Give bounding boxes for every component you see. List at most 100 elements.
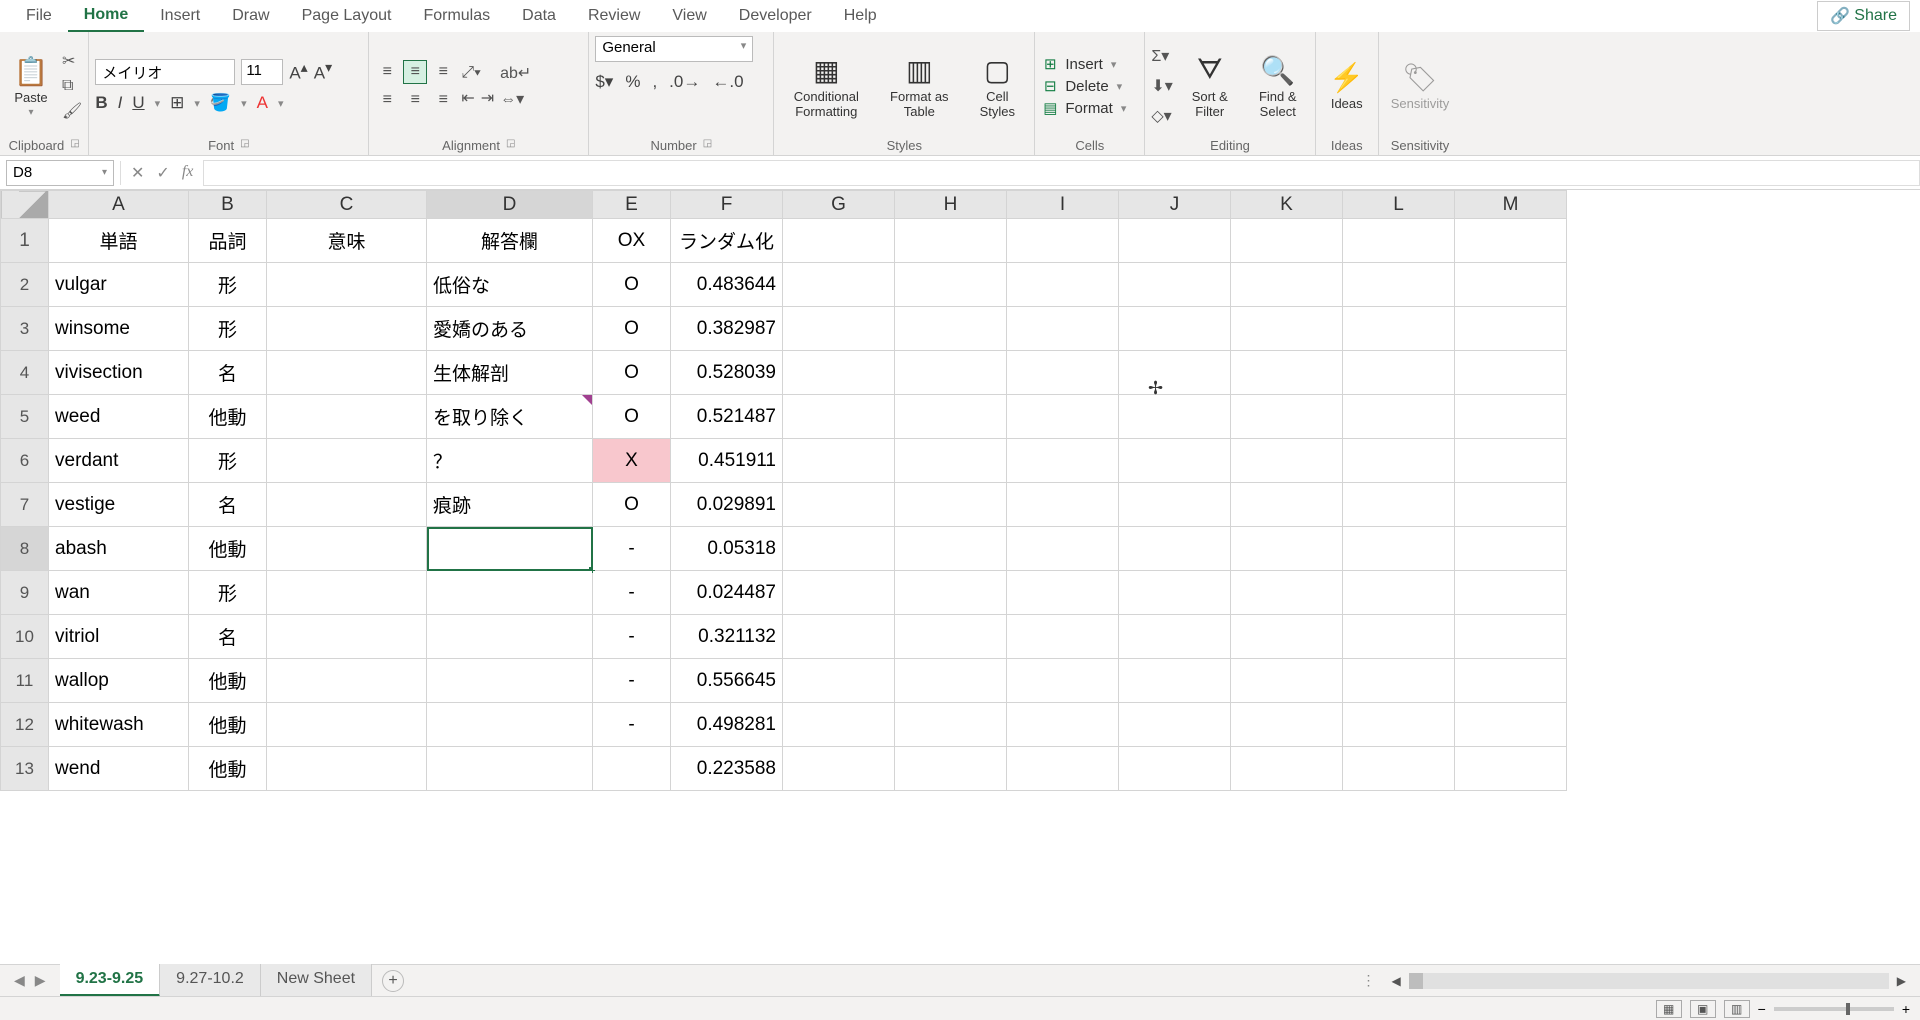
- cell-M7[interactable]: [1455, 483, 1567, 527]
- cancel-icon[interactable]: ✕: [131, 163, 144, 183]
- col-header-H[interactable]: H: [895, 191, 1007, 219]
- percent-button[interactable]: %: [625, 72, 640, 92]
- cell-E4[interactable]: O: [593, 351, 671, 395]
- worksheet-grid[interactable]: ABCDEFGHIJKLM1単語品詞意味解答欄OXランダム化2vulgar形低俗…: [0, 190, 1920, 964]
- insert-button[interactable]: ⊞Insert▾: [1041, 55, 1126, 73]
- cell-K13[interactable]: [1231, 747, 1343, 791]
- row-header-11[interactable]: 11: [1, 659, 49, 703]
- sheet-tab[interactable]: 9.27-10.2: [160, 964, 261, 997]
- zoom-out-button[interactable]: −: [1758, 1001, 1766, 1017]
- cell-L9[interactable]: [1343, 571, 1455, 615]
- tab-formulas[interactable]: Formulas: [407, 1, 506, 31]
- format-as-table-button[interactable]: ▥ Format as Table: [878, 50, 960, 123]
- cell-M10[interactable]: [1455, 615, 1567, 659]
- cell-C8[interactable]: [267, 527, 427, 571]
- cell-I12[interactable]: [1007, 703, 1119, 747]
- cell-A12[interactable]: whitewash: [49, 703, 189, 747]
- tab-developer[interactable]: Developer: [723, 1, 828, 31]
- cell-B3[interactable]: 形: [189, 307, 267, 351]
- cell-styles-button[interactable]: ▢ Cell Styles: [966, 50, 1028, 123]
- cell-B4[interactable]: 名: [189, 351, 267, 395]
- cell-J13[interactable]: [1119, 747, 1231, 791]
- cell-H9[interactable]: [895, 571, 1007, 615]
- cell-K3[interactable]: [1231, 307, 1343, 351]
- cell-A13[interactable]: wend: [49, 747, 189, 791]
- cell-M11[interactable]: [1455, 659, 1567, 703]
- cell-G12[interactable]: [783, 703, 895, 747]
- cell-M9[interactable]: [1455, 571, 1567, 615]
- launcher-icon[interactable]: ◲: [703, 138, 712, 153]
- cell-C1[interactable]: 意味: [267, 219, 427, 263]
- cell-E5[interactable]: O: [593, 395, 671, 439]
- cell-G5[interactable]: [783, 395, 895, 439]
- cell-K6[interactable]: [1231, 439, 1343, 483]
- cell-F1[interactable]: ランダム化: [671, 219, 783, 263]
- sheet-tab[interactable]: 9.23-9.25: [60, 964, 161, 997]
- cell-C9[interactable]: [267, 571, 427, 615]
- cell-M2[interactable]: [1455, 263, 1567, 307]
- ideas-button[interactable]: ⚡ Ideas: [1322, 57, 1372, 115]
- tab-file[interactable]: File: [10, 1, 68, 31]
- cell-C4[interactable]: [267, 351, 427, 395]
- cell-B2[interactable]: 形: [189, 263, 267, 307]
- cell-E12[interactable]: -: [593, 703, 671, 747]
- cell-B12[interactable]: 他動: [189, 703, 267, 747]
- cell-L1[interactable]: [1343, 219, 1455, 263]
- chevron-down-icon[interactable]: ▾: [241, 97, 247, 110]
- align-right[interactable]: ≡: [431, 88, 455, 112]
- cell-I9[interactable]: [1007, 571, 1119, 615]
- cell-G13[interactable]: [783, 747, 895, 791]
- cell-G2[interactable]: [783, 263, 895, 307]
- cell-B7[interactable]: 名: [189, 483, 267, 527]
- cell-L3[interactable]: [1343, 307, 1455, 351]
- cell-J11[interactable]: [1119, 659, 1231, 703]
- cell-C5[interactable]: [267, 395, 427, 439]
- comma-button[interactable]: ,: [652, 72, 657, 92]
- tab-view[interactable]: View: [656, 1, 722, 31]
- cell-M3[interactable]: [1455, 307, 1567, 351]
- cell-F4[interactable]: 0.528039: [671, 351, 783, 395]
- name-box[interactable]: D8 ▾: [6, 160, 114, 186]
- cell-L12[interactable]: [1343, 703, 1455, 747]
- col-header-G[interactable]: G: [783, 191, 895, 219]
- col-header-M[interactable]: M: [1455, 191, 1567, 219]
- cell-J1[interactable]: [1119, 219, 1231, 263]
- cell-H5[interactable]: [895, 395, 1007, 439]
- col-header-C[interactable]: C: [267, 191, 427, 219]
- cell-L7[interactable]: [1343, 483, 1455, 527]
- cell-E7[interactable]: O: [593, 483, 671, 527]
- tab-split-handle[interactable]: ⋮: [1362, 972, 1384, 989]
- launcher-icon[interactable]: ◲: [70, 138, 79, 153]
- cell-E13[interactable]: [593, 747, 671, 791]
- cell-I7[interactable]: [1007, 483, 1119, 527]
- cell-M1[interactable]: [1455, 219, 1567, 263]
- cell-G7[interactable]: [783, 483, 895, 527]
- merge-button[interactable]: ⇔▾: [500, 89, 531, 109]
- cell-J12[interactable]: [1119, 703, 1231, 747]
- row-header-13[interactable]: 13: [1, 747, 49, 791]
- cell-F6[interactable]: 0.451911: [671, 439, 783, 483]
- cell-C6[interactable]: [267, 439, 427, 483]
- cell-B8[interactable]: 他動: [189, 527, 267, 571]
- cell-G10[interactable]: [783, 615, 895, 659]
- cell-A6[interactable]: verdant: [49, 439, 189, 483]
- cell-K8[interactable]: [1231, 527, 1343, 571]
- cell-J4[interactable]: [1119, 351, 1231, 395]
- cell-C2[interactable]: [267, 263, 427, 307]
- cell-C12[interactable]: [267, 703, 427, 747]
- view-page-layout-button[interactable]: ▣: [1690, 1000, 1716, 1018]
- autosum-button[interactable]: Σ▾: [1151, 46, 1172, 66]
- cell-L4[interactable]: [1343, 351, 1455, 395]
- cell-M13[interactable]: [1455, 747, 1567, 791]
- row-header-4[interactable]: 4: [1, 351, 49, 395]
- number-format-select[interactable]: General ▾: [595, 36, 753, 62]
- cell-B10[interactable]: 名: [189, 615, 267, 659]
- cell-D8[interactable]: [427, 527, 593, 571]
- hscroll-track[interactable]: [1409, 973, 1889, 989]
- cell-I2[interactable]: [1007, 263, 1119, 307]
- decrease-font-icon[interactable]: A▾: [314, 60, 332, 84]
- row-header-10[interactable]: 10: [1, 615, 49, 659]
- cell-F10[interactable]: 0.321132: [671, 615, 783, 659]
- cell-H7[interactable]: [895, 483, 1007, 527]
- format-painter-icon[interactable]: 🖌: [62, 101, 82, 121]
